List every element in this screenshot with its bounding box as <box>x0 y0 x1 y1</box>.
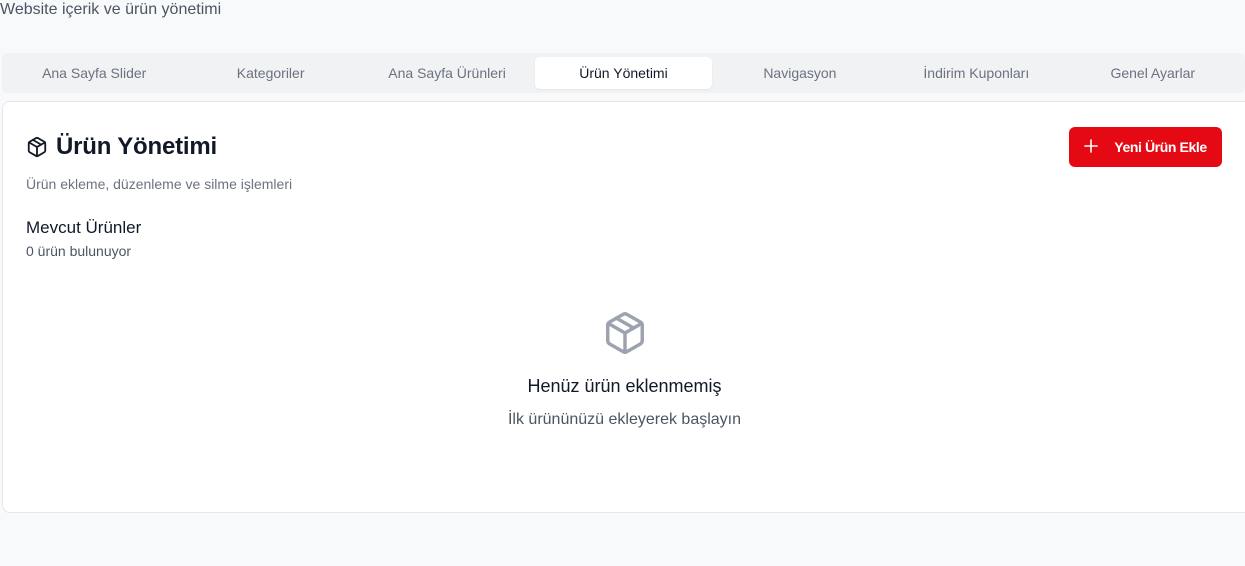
tab-ana-sayfa-slider[interactable]: Ana Sayfa Slider <box>6 57 182 89</box>
tab-urun-yonetimi[interactable]: Ürün Yönetimi <box>535 57 712 89</box>
plus-icon <box>1084 137 1099 157</box>
tab-ana-sayfa-urunleri[interactable]: Ana Sayfa Ürünleri <box>359 57 535 89</box>
tab-indirim-kuponlari[interactable]: İndirim Kuponları <box>888 57 1064 89</box>
products-section-header: Mevcut Ürünler 0 ürün bulunuyor <box>26 218 141 259</box>
products-title: Mevcut Ürünler <box>26 218 142 237</box>
product-management-card: Ürün Yönetimi Ürün ekleme, düzenleme ve … <box>2 101 1245 513</box>
card-title: Ürün Yönetimi <box>56 133 217 160</box>
tab-navigasyon[interactable]: Navigasyon <box>712 57 888 89</box>
empty-state-description: İlk ürününüzü ekleyerek başlayın <box>507 411 742 428</box>
empty-state: Henüz ürün eklenmemiş İlk ürününüzü ekle… <box>3 310 1245 429</box>
card-description: Ürün ekleme, düzenleme ve silme işlemler… <box>26 176 293 192</box>
tab-genel-ayarlar[interactable]: Genel Ayarlar <box>1065 57 1241 89</box>
products-count: 0 ürün bulunuyor <box>26 243 132 259</box>
add-product-label: Yeni Ürün Ekle <box>1114 139 1207 155</box>
package-icon <box>26 136 48 158</box>
empty-package-icon <box>602 310 648 356</box>
add-product-button[interactable]: Yeni Ürün Ekle <box>1069 127 1222 167</box>
page-subtitle: Website içerik ve ürün yönetimi <box>0 1 222 18</box>
empty-state-title: Henüz ürün eklenmemiş <box>527 376 722 396</box>
tab-bar: Ana Sayfa Slider Kategoriler Ana Sayfa Ü… <box>2 53 1245 93</box>
tab-kategoriler[interactable]: Kategoriler <box>182 57 358 89</box>
card-header: Ürün Yönetimi Ürün ekleme, düzenleme ve … <box>26 132 292 192</box>
